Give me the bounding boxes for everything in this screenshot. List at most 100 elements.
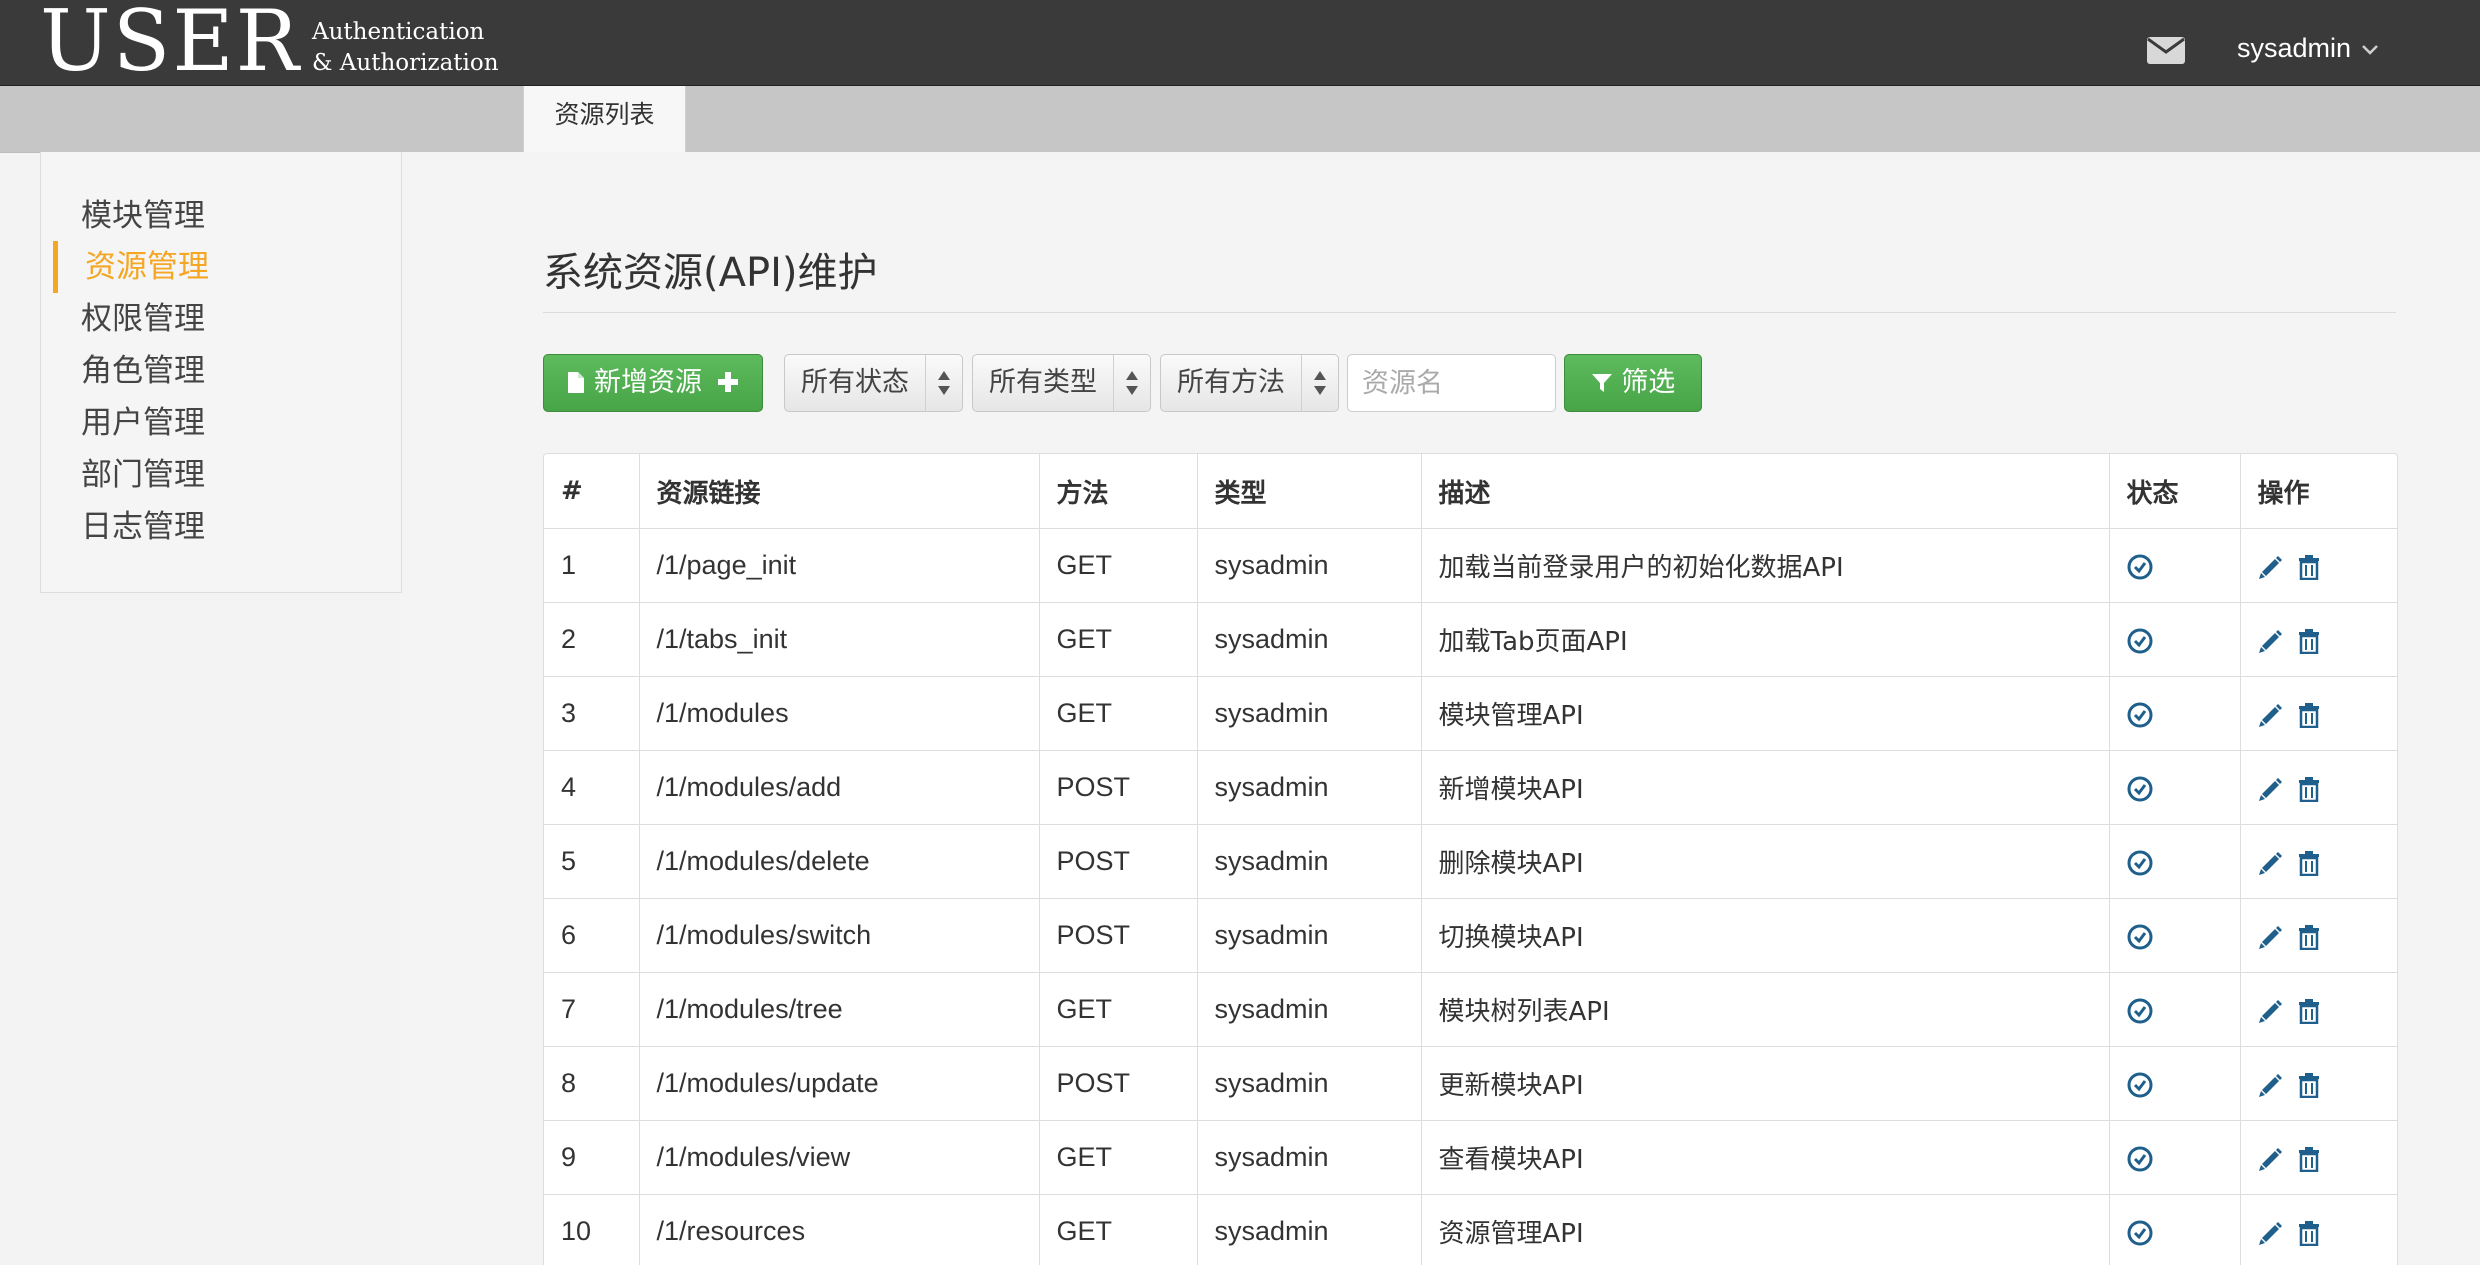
row-status xyxy=(2109,751,2240,825)
row-status xyxy=(2109,899,2240,973)
row-actions xyxy=(2240,973,2397,1047)
row-type: sysadmin xyxy=(1197,899,1421,973)
brand-subtitle-line1: Authentication xyxy=(312,17,499,48)
trash-icon[interactable] xyxy=(2298,776,2320,802)
trash-icon[interactable] xyxy=(2298,554,2320,580)
column-header-id: # xyxy=(544,454,639,529)
sidebar-item-modules[interactable]: 模块管理 xyxy=(81,190,205,242)
type-filter-select[interactable]: 所有类型 xyxy=(972,354,1151,412)
row-method: GET xyxy=(1039,1195,1197,1265)
row-status xyxy=(2109,1195,2240,1265)
brand-subtitle-line2: & Authorization xyxy=(312,48,499,79)
row-method: POST xyxy=(1039,751,1197,825)
trash-icon[interactable] xyxy=(2298,1220,2320,1246)
table-header-row: # 资源链接 方法 类型 描述 状态 操作 xyxy=(544,454,2397,529)
column-header-actions: 操作 xyxy=(2240,454,2397,529)
check-circle-icon[interactable] xyxy=(2127,1146,2153,1172)
table-row: 8 /1/modules/update POST sysadmin 更新模块AP… xyxy=(544,1047,2397,1121)
row-url: /1/modules xyxy=(639,677,1039,751)
sidebar-item-resources[interactable]: 资源管理 xyxy=(85,241,209,293)
row-actions xyxy=(2240,1047,2397,1121)
row-description: 模块管理API xyxy=(1421,677,2109,751)
column-header-status: 状态 xyxy=(2109,454,2240,529)
check-circle-icon[interactable] xyxy=(2127,924,2153,950)
pencil-icon[interactable] xyxy=(2258,850,2284,876)
row-id: 10 xyxy=(544,1195,639,1265)
select-arrows-icon xyxy=(1301,355,1338,411)
row-method: GET xyxy=(1039,1121,1197,1195)
sidebar-item-logs[interactable]: 日志管理 xyxy=(81,501,205,553)
check-circle-icon[interactable] xyxy=(2127,628,2153,654)
pencil-icon[interactable] xyxy=(2258,554,2284,580)
pencil-icon[interactable] xyxy=(2258,702,2284,728)
top-navbar: USER Authentication & Authorization sysa… xyxy=(0,0,2480,86)
row-status xyxy=(2109,603,2240,677)
filter-icon xyxy=(1591,372,1613,394)
row-actions xyxy=(2240,899,2397,973)
check-circle-icon[interactable] xyxy=(2127,1072,2153,1098)
sidebar-item-roles[interactable]: 角色管理 xyxy=(81,345,205,397)
method-filter-select[interactable]: 所有方法 xyxy=(1160,354,1339,412)
row-description: 模块树列表API xyxy=(1421,973,2109,1047)
resource-name-input[interactable] xyxy=(1347,354,1556,412)
trash-icon[interactable] xyxy=(2298,924,2320,950)
row-type: sysadmin xyxy=(1197,1195,1421,1265)
row-id: 3 xyxy=(544,677,639,751)
trash-icon[interactable] xyxy=(2298,628,2320,654)
username-label: sysadmin xyxy=(2237,33,2351,63)
row-url: /1/modules/delete xyxy=(639,825,1039,899)
user-menu[interactable]: sysadmin xyxy=(2237,28,2379,68)
row-description: 资源管理API xyxy=(1421,1195,2109,1265)
row-actions xyxy=(2240,825,2397,899)
row-type: sysadmin xyxy=(1197,825,1421,899)
column-header-method: 方法 xyxy=(1039,454,1197,529)
row-method: POST xyxy=(1039,825,1197,899)
row-actions xyxy=(2240,751,2397,825)
filter-button[interactable]: 筛选 xyxy=(1564,354,1702,412)
check-circle-icon[interactable] xyxy=(2127,554,2153,580)
row-method: GET xyxy=(1039,677,1197,751)
brand-logo[interactable]: USER xyxy=(40,0,301,86)
row-description: 查看模块API xyxy=(1421,1121,2109,1195)
pencil-icon[interactable] xyxy=(2258,628,2284,654)
row-id: 6 xyxy=(544,899,639,973)
add-resource-label: 新增资源 xyxy=(594,367,702,398)
row-method: POST xyxy=(1039,1047,1197,1121)
row-description: 加载Tab页面API xyxy=(1421,603,2109,677)
pencil-icon[interactable] xyxy=(2258,776,2284,802)
pencil-icon[interactable] xyxy=(2258,1072,2284,1098)
pencil-icon[interactable] xyxy=(2258,1146,2284,1172)
method-filter-value: 所有方法 xyxy=(1177,367,1285,398)
row-type: sysadmin xyxy=(1197,1047,1421,1121)
trash-icon[interactable] xyxy=(2298,998,2320,1024)
status-filter-select[interactable]: 所有状态 xyxy=(784,354,963,412)
sidebar-item-departments[interactable]: 部门管理 xyxy=(81,449,205,501)
row-type: sysadmin xyxy=(1197,529,1421,603)
row-description: 删除模块API xyxy=(1421,825,2109,899)
resource-table: # 资源链接 方法 类型 描述 状态 操作 1 /1/page_init GET… xyxy=(543,453,2398,1265)
trash-icon[interactable] xyxy=(2298,1072,2320,1098)
row-id: 5 xyxy=(544,825,639,899)
trash-icon[interactable] xyxy=(2298,850,2320,876)
trash-icon[interactable] xyxy=(2298,1146,2320,1172)
table-row: 6 /1/modules/switch POST sysadmin 切换模块AP… xyxy=(544,899,2397,973)
pencil-icon[interactable] xyxy=(2258,998,2284,1024)
check-circle-icon[interactable] xyxy=(2127,850,2153,876)
pencil-icon[interactable] xyxy=(2258,924,2284,950)
row-description: 新增模块API xyxy=(1421,751,2109,825)
sidebar-item-permissions[interactable]: 权限管理 xyxy=(81,293,205,345)
check-circle-icon[interactable] xyxy=(2127,702,2153,728)
add-resource-button[interactable]: 新增资源 xyxy=(543,354,763,412)
envelope-icon[interactable] xyxy=(2147,37,2185,64)
check-circle-icon[interactable] xyxy=(2127,998,2153,1024)
sidebar-item-users[interactable]: 用户管理 xyxy=(81,397,205,449)
select-arrows-icon xyxy=(925,355,962,411)
tab-resource-list[interactable]: 资源列表 xyxy=(523,86,686,153)
check-circle-icon[interactable] xyxy=(2127,776,2153,802)
row-status xyxy=(2109,825,2240,899)
check-circle-icon[interactable] xyxy=(2127,1220,2153,1246)
table-row: 7 /1/modules/tree GET sysadmin 模块树列表API xyxy=(544,973,2397,1047)
pencil-icon[interactable] xyxy=(2258,1220,2284,1246)
row-id: 4 xyxy=(544,751,639,825)
trash-icon[interactable] xyxy=(2298,702,2320,728)
